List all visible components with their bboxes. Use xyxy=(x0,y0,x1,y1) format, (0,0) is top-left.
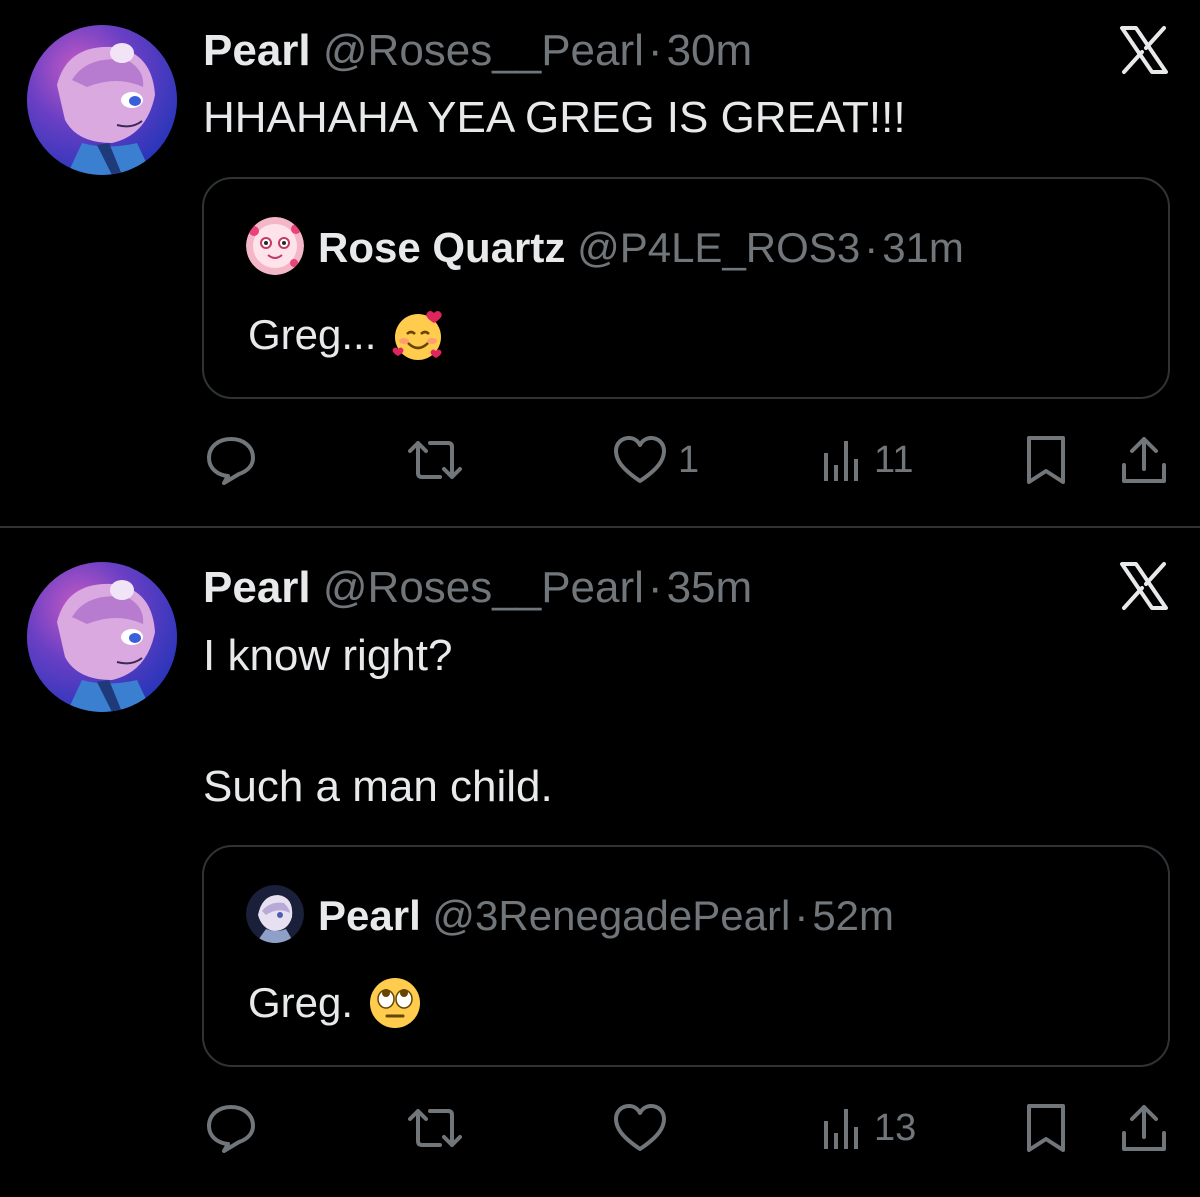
quote-author-handle: @3RenegadePearl xyxy=(432,892,791,939)
quoted-tweet[interactable]: Rose Quartz @P4LE_ROS3·31m Greg... xyxy=(202,177,1170,399)
view-count: 11 xyxy=(874,438,914,481)
heart-icon xyxy=(614,1104,666,1151)
views-chart-icon xyxy=(824,1109,858,1149)
author-handle[interactable]: @Roses__Pearl xyxy=(323,26,644,75)
quote-text: Greg. xyxy=(248,979,354,1026)
smiling-face-with-hearts-emoji xyxy=(392,311,443,360)
tweet-header: Pearl @Roses__Pearl·30m xyxy=(203,29,752,73)
like-button[interactable]: 1 xyxy=(612,430,699,490)
quote-text-row: Greg... xyxy=(248,307,446,363)
bookmark-button[interactable] xyxy=(1022,430,1070,490)
x-logo-icon[interactable] xyxy=(1118,560,1170,612)
views-button[interactable]: 11 xyxy=(820,430,913,490)
reply-icon xyxy=(207,1105,255,1153)
separator: · xyxy=(647,563,663,612)
share-icon xyxy=(1122,437,1166,483)
bookmark-icon xyxy=(1027,436,1065,484)
share-button[interactable] xyxy=(1118,1098,1170,1158)
views-chart-icon xyxy=(824,441,858,481)
timestamp[interactable]: 30m xyxy=(667,26,753,75)
tweet-actions: 1 11 xyxy=(0,430,1200,490)
renegade-pearl-avatar-image xyxy=(246,885,304,943)
quote-text: Greg... xyxy=(248,311,377,358)
rose-quartz-avatar-image xyxy=(246,217,304,275)
reply-button[interactable] xyxy=(204,430,258,490)
view-count: 13 xyxy=(874,1106,917,1149)
tweet-text-line-1: I know right? xyxy=(203,631,453,680)
quote-avatar xyxy=(246,217,304,275)
quote-header: Rose Quartz @P4LE_ROS3·31m xyxy=(318,227,964,269)
x-logo-icon[interactable] xyxy=(1118,24,1170,76)
avatar[interactable] xyxy=(27,562,177,712)
timestamp[interactable]: 35m xyxy=(667,563,753,612)
separator: · xyxy=(794,892,809,939)
heart-icon xyxy=(614,436,666,483)
retweet-button[interactable] xyxy=(404,1098,466,1158)
tweet-text-line-2: Such a man child. xyxy=(203,762,553,811)
tweet[interactable]: Pearl @Roses__Pearl·35m I know right? Su… xyxy=(0,528,1200,1197)
quote-author-name: Pearl xyxy=(318,892,421,939)
tweet-header: Pearl @Roses__Pearl·35m xyxy=(203,566,752,610)
reply-icon xyxy=(207,437,255,485)
author-name[interactable]: Pearl xyxy=(203,26,311,75)
retweet-button[interactable] xyxy=(404,430,466,490)
share-button[interactable] xyxy=(1118,430,1170,490)
quote-text-row: Greg. xyxy=(248,975,423,1031)
views-button[interactable]: 13 xyxy=(820,1098,916,1158)
avatar[interactable] xyxy=(27,25,177,175)
quote-author-handle: @P4LE_ROS3 xyxy=(577,224,861,271)
bookmark-icon xyxy=(1027,1104,1065,1152)
quote-timestamp: 31m xyxy=(882,224,964,271)
separator: · xyxy=(647,26,663,75)
like-count: 1 xyxy=(678,438,700,481)
share-icon xyxy=(1122,1105,1166,1151)
bookmark-button[interactable] xyxy=(1022,1098,1070,1158)
separator: · xyxy=(864,224,879,271)
retweet-icon xyxy=(408,1109,462,1147)
quote-header: Pearl @3RenegadePearl·52m xyxy=(318,895,894,937)
quote-timestamp: 52m xyxy=(812,892,895,939)
quote-author-name: Rose Quartz xyxy=(318,224,566,271)
tweet-actions: 13 xyxy=(0,1098,1200,1158)
face-with-rolling-eyes-emoji xyxy=(370,978,421,1028)
pearl-avatar-image xyxy=(27,562,177,712)
reply-button[interactable] xyxy=(204,1098,258,1158)
retweet-icon xyxy=(408,441,462,479)
tweet[interactable]: Pearl @Roses__Pearl·30m HHAHAHA YEA GREG… xyxy=(0,0,1200,526)
like-button[interactable] xyxy=(612,1098,678,1158)
quoted-tweet[interactable]: Pearl @3RenegadePearl·52m Greg. xyxy=(202,845,1170,1067)
author-handle[interactable]: @Roses__Pearl xyxy=(323,563,644,612)
author-name[interactable]: Pearl xyxy=(203,563,311,612)
pearl-avatar-image xyxy=(27,25,177,175)
quote-avatar xyxy=(246,885,304,943)
tweet-text: HHAHAHA YEA GREG IS GREAT!!! xyxy=(203,93,906,142)
